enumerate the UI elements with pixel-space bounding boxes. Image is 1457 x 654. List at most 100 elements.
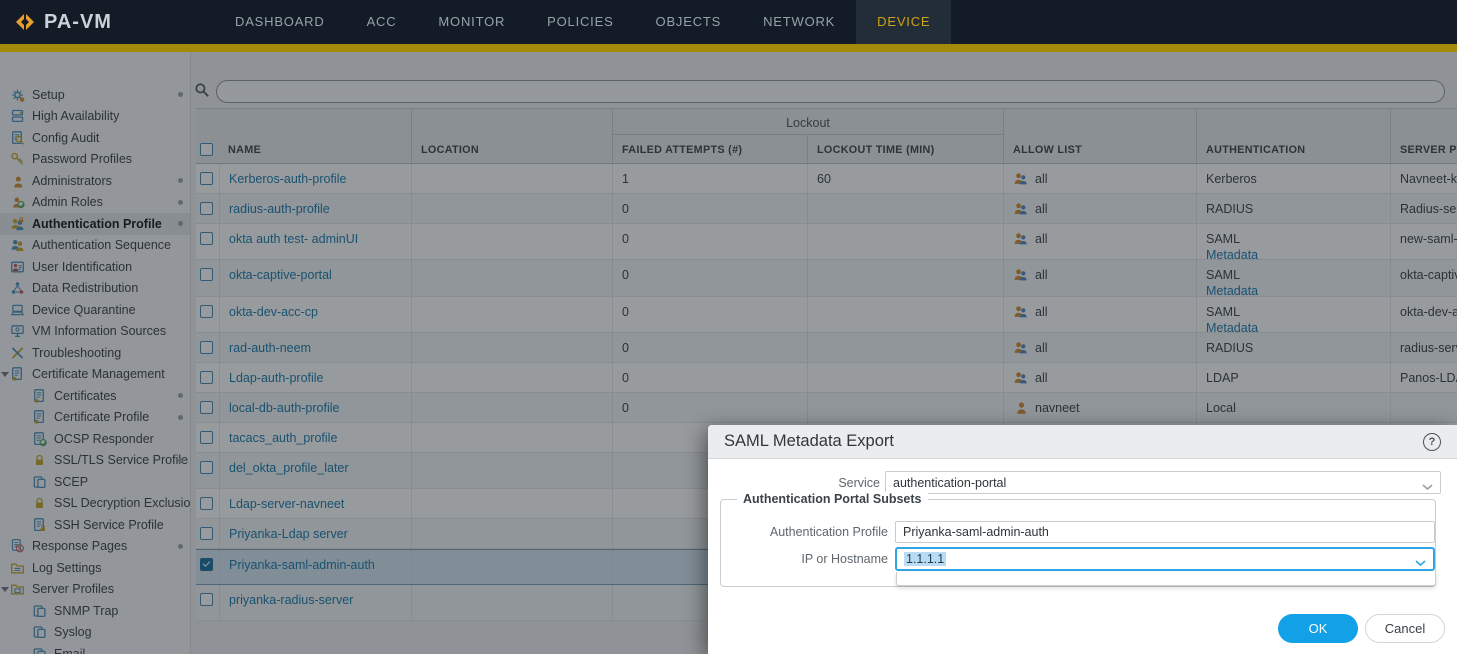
sidebar-item-authentication-profile[interactable]: Authentication Profile — [0, 213, 190, 235]
nav-tab-device[interactable]: DEVICE — [856, 0, 951, 44]
sidebar-item-scep[interactable]: SCEP — [0, 471, 190, 493]
sidebar-item-vm-information-sources[interactable]: VM Information Sources — [0, 321, 190, 343]
authentication-type: SAML — [1206, 232, 1240, 246]
profile-name-link[interactable]: Ldap-auth-profile — [229, 371, 324, 385]
sidebar-item-label: VM Information Sources — [32, 324, 166, 338]
nav-tab-policies[interactable]: POLICIES — [526, 0, 634, 44]
sidebar-item-authentication-sequence[interactable]: Authentication Sequence — [0, 235, 190, 257]
table-row[interactable]: okta auth test- adminUI0allSAMLMetadatan… — [196, 224, 1457, 260]
profile-name-link[interactable]: radius-auth-profile — [229, 202, 330, 216]
profile-name-link[interactable]: Kerberos-auth-profile — [229, 172, 346, 186]
table-row[interactable]: radius-auth-profile0allRADIUSRadius-serv — [196, 194, 1457, 224]
row-checkbox[interactable] — [200, 497, 213, 510]
row-checkbox[interactable] — [200, 461, 213, 474]
sidebar-item-data-redistribution[interactable]: Data Redistribution — [0, 278, 190, 300]
sidebar-item-troubleshooting[interactable]: Troubleshooting — [0, 342, 190, 364]
profile-name-link[interactable]: local-db-auth-profile — [229, 401, 339, 415]
nav-tab-network[interactable]: NETWORK — [742, 0, 856, 44]
metadata-link[interactable]: Metadata — [1206, 248, 1382, 259]
row-checkbox[interactable] — [200, 431, 213, 444]
metadata-link[interactable]: Metadata — [1206, 321, 1382, 332]
row-checkbox[interactable] — [200, 401, 213, 414]
sidebar-item-user-identification[interactable]: User Identification — [0, 256, 190, 278]
column-header-allow-list[interactable]: ALLOW LIST — [1003, 109, 1196, 163]
profile-name-link[interactable]: rad-auth-neem — [229, 341, 311, 355]
column-header-name[interactable]: NAME — [219, 109, 411, 163]
table-row[interactable]: Kerberos-auth-profile160allKerberosNavne… — [196, 164, 1457, 194]
sidebar-item-email[interactable]: Email — [0, 643, 190, 654]
sidebar-item-device-quarantine[interactable]: Device Quarantine — [0, 299, 190, 321]
ip-suggestions-dropdown[interactable] — [896, 572, 1436, 586]
profile-name-link[interactable]: priyanka-radius-server — [229, 593, 353, 607]
table-row[interactable]: okta-dev-acc-cp0allSAMLMetadataokta-dev-… — [196, 297, 1457, 333]
expand-caret-icon[interactable] — [1, 587, 9, 592]
profile-name-link[interactable]: okta auth test- adminUI — [229, 232, 358, 246]
column-header-authentication[interactable]: AUTHENTICATION — [1196, 109, 1390, 163]
row-checkbox[interactable] — [200, 593, 213, 606]
ok-button[interactable]: OK — [1278, 614, 1358, 643]
sidebar-item-setup[interactable]: Setup — [0, 84, 190, 106]
row-checkbox[interactable] — [200, 305, 213, 318]
sidebar-item-ssl-tls-service-profile[interactable]: SSL/TLS Service Profile — [0, 450, 190, 472]
nav-tab-acc[interactable]: ACC — [346, 0, 418, 44]
sidebar-item-high-availability[interactable]: High Availability — [0, 106, 190, 128]
nav-tab-monitor[interactable]: MONITOR — [417, 0, 526, 44]
allow-list-cell: all — [1003, 297, 1196, 332]
vm-info-icon — [10, 324, 25, 338]
data-redistribution-icon — [10, 281, 25, 295]
sidebar-item-log-settings[interactable]: Log Settings — [0, 557, 190, 579]
sidebar-item-certificate-profile[interactable]: Certificate Profile — [0, 407, 190, 429]
select-all-checkbox[interactable] — [200, 143, 213, 156]
sidebar-item-response-pages[interactable]: Response Pages — [0, 536, 190, 558]
sidebar-item-certificate-management[interactable]: Certificate Management — [0, 364, 190, 386]
ip-or-hostname-input[interactable]: 1.1.1.1 — [895, 547, 1435, 571]
sidebar-item-ocsp-responder[interactable]: OCSP Responder — [0, 428, 190, 450]
service-select[interactable]: authentication-portal — [885, 471, 1441, 494]
column-header-server-profile[interactable]: SERVER PR — [1390, 109, 1457, 163]
table-row[interactable]: local-db-auth-profile0navneetLocal — [196, 393, 1457, 423]
sidebar-item-ssl-decryption-exclusion[interactable]: SSL Decryption Exclusion — [0, 493, 190, 515]
profile-name-link[interactable]: Priyanka-saml-admin-auth — [229, 558, 375, 572]
authentication-profile-input[interactable] — [895, 521, 1435, 543]
profile-name-link[interactable]: del_okta_profile_later — [229, 461, 349, 475]
search-input[interactable] — [216, 80, 1445, 103]
nav-tab-objects[interactable]: OBJECTS — [635, 0, 743, 44]
table-row[interactable]: okta-captive-portal0allSAMLMetadataokta-… — [196, 260, 1457, 297]
row-checkbox[interactable] — [200, 527, 213, 540]
row-checkbox[interactable] — [200, 172, 213, 185]
sidebar-item-certificates[interactable]: Certificates — [0, 385, 190, 407]
column-header-failed-attempts[interactable]: FAILED ATTEMPTS (#) — [612, 135, 807, 163]
sidebar-item-admin-roles[interactable]: Admin Roles — [0, 192, 190, 214]
row-checkbox[interactable] — [200, 202, 213, 215]
sidebar-item-syslog[interactable]: Syslog — [0, 622, 190, 644]
help-icon[interactable]: ? — [1423, 433, 1441, 451]
row-checkbox[interactable] — [200, 558, 213, 571]
item-dot-indicator — [178, 92, 183, 97]
profile-name-link[interactable]: Priyanka-Ldap server — [229, 527, 348, 541]
profile-name-link[interactable]: tacacs_auth_profile — [229, 431, 337, 445]
row-checkbox[interactable] — [200, 341, 213, 354]
row-checkbox[interactable] — [200, 232, 213, 245]
cancel-button[interactable]: Cancel — [1365, 614, 1445, 643]
sidebar-item-password-profiles[interactable]: Password Profiles — [0, 149, 190, 171]
sidebar-item-administrators[interactable]: Administrators — [0, 170, 190, 192]
profile-name-link[interactable]: okta-captive-portal — [229, 268, 332, 282]
column-header-location[interactable]: LOCATION — [411, 109, 612, 163]
sidebar-item-snmp-trap[interactable]: SNMP Trap — [0, 600, 190, 622]
sidebar-item-server-profiles[interactable]: Server Profiles — [0, 579, 190, 601]
sidebar-item-config-audit[interactable]: Config Audit — [0, 127, 190, 149]
nav-tab-dashboard[interactable]: DASHBOARD — [214, 0, 346, 44]
sidebar-item-ssh-service-profile[interactable]: SSH Service Profile — [0, 514, 190, 536]
expand-caret-icon[interactable] — [1, 372, 9, 377]
dialog-titlebar: SAML Metadata Export ? — [708, 425, 1457, 459]
metadata-link[interactable]: Metadata — [1206, 284, 1382, 296]
table-row[interactable]: Ldap-auth-profile0allLDAPPanos-LDA — [196, 363, 1457, 393]
profile-name-link[interactable]: okta-dev-acc-cp — [229, 305, 318, 319]
checkbox-cell — [196, 393, 219, 422]
table-row[interactable]: rad-auth-neem0allRADIUSradius-serve — [196, 333, 1457, 363]
profile-name-link[interactable]: Ldap-server-navneet — [229, 497, 344, 511]
column-header-lockout-time[interactable]: LOCKOUT TIME (MIN) — [807, 135, 1003, 163]
row-checkbox[interactable] — [200, 371, 213, 384]
row-checkbox[interactable] — [200, 268, 213, 281]
service-label: Service — [708, 476, 880, 490]
